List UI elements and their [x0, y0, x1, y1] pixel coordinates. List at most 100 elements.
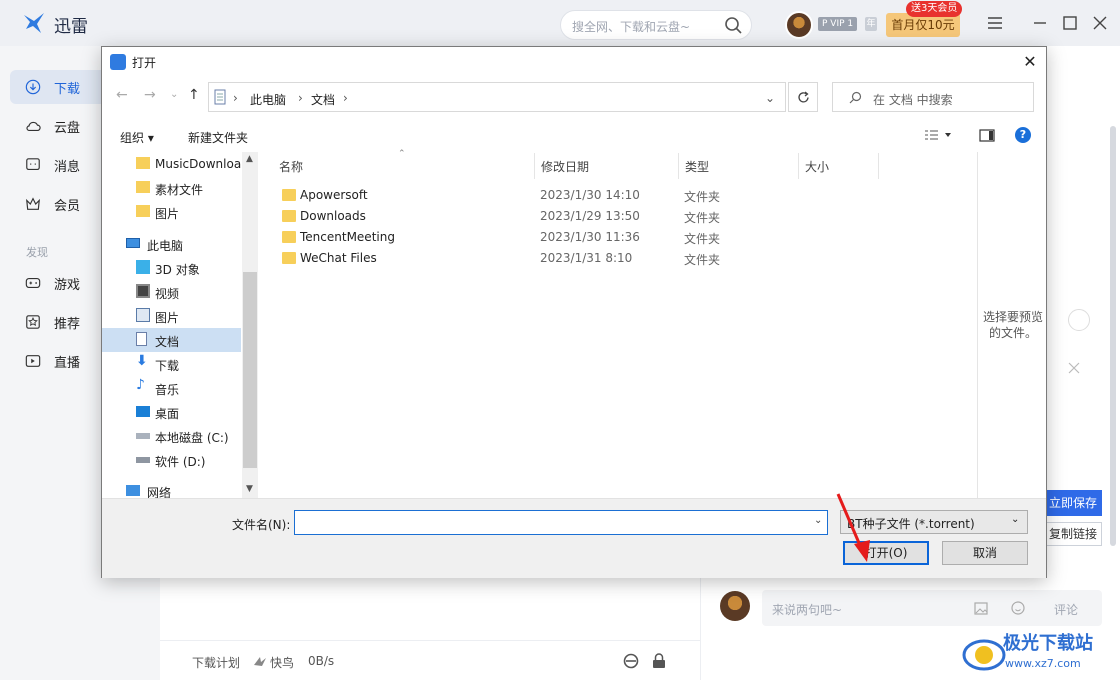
file-type: 文件夹 — [684, 190, 721, 204]
nav-item[interactable]: 3D 对象 — [102, 256, 242, 280]
back-arrow-icon[interactable]: ← — [116, 87, 128, 103]
nav-item[interactable]: 本地磁盘 (C:) — [102, 424, 242, 448]
scroll-up-icon[interactable]: ▲ — [246, 154, 253, 164]
filename-input[interactable] — [294, 510, 828, 535]
up-arrow-icon[interactable]: ↑ — [188, 87, 200, 103]
download-icon — [25, 79, 41, 95]
search-placeholder: 搜全网、下载和云盘~ — [572, 20, 691, 34]
file-type: 文件夹 — [684, 211, 721, 225]
network-icon — [126, 485, 140, 496]
navigation-scrollbar-thumb[interactable] — [243, 272, 257, 468]
chevron-right-icon: › — [298, 91, 303, 105]
file-name: Downloads — [300, 209, 366, 223]
comment-input[interactable]: 来说两句吧~ — [762, 590, 1102, 626]
nav-item[interactable]: 视频 — [102, 280, 242, 304]
sidebar-item-messages[interactable]: 消息 — [10, 148, 110, 182]
file-row[interactable]: Downloads 2023/1/29 13:50 文件夹 — [272, 206, 832, 227]
sidebar-item-label: 游戏 — [54, 278, 81, 293]
refresh-button[interactable] — [788, 82, 818, 112]
image-icon[interactable] — [974, 602, 988, 615]
vip-badge: P VIP 1 — [818, 17, 858, 31]
dialog-close-button[interactable]: ✕ — [1020, 52, 1040, 72]
address-bar[interactable]: › 此电脑 › 文档 › ⌄ — [208, 82, 786, 112]
close-icon[interactable] — [1068, 362, 1080, 374]
copy-link-button[interactable]: 复制链接 — [1044, 522, 1102, 546]
browser-icon[interactable] — [623, 653, 639, 669]
sidebar-item-label: 直播 — [54, 356, 81, 371]
discover-section-label: 发现 — [26, 246, 48, 259]
chevron-down-icon[interactable]: ⌄ — [814, 515, 822, 526]
user-avatar[interactable] — [785, 11, 813, 39]
column-header-size[interactable]: 大小 — [799, 153, 879, 179]
cancel-button[interactable]: 取消 — [942, 541, 1028, 565]
search-icon[interactable] — [724, 16, 742, 34]
nav-item[interactable]: 图片 — [102, 304, 242, 328]
sidebar-item-recommend[interactable]: 推荐 — [10, 305, 110, 339]
nav-item[interactable]: 图片 — [102, 200, 242, 224]
sidebar-item-cloud[interactable]: 云盘 — [10, 109, 110, 143]
folder-icon — [282, 189, 296, 201]
maximize-icon[interactable] — [1062, 15, 1078, 31]
minimize-icon[interactable] — [1032, 15, 1048, 31]
forward-arrow-icon[interactable]: → — [144, 87, 156, 103]
nav-item[interactable]: 桌面 — [102, 400, 242, 424]
sidebar-item-label: 云盘 — [54, 121, 81, 136]
nav-item-label: 桌面 — [155, 407, 180, 421]
help-icon[interactable]: ? — [1015, 127, 1031, 143]
new-folder-button[interactable]: 新建文件夹 — [188, 129, 248, 146]
emoji-icon[interactable] — [1011, 601, 1025, 615]
nav-item[interactable]: 软件 (D:) — [102, 448, 242, 472]
document-icon — [136, 332, 147, 346]
chevron-down-icon[interactable]: ⌄ — [765, 91, 775, 105]
cube-icon — [136, 260, 150, 274]
nav-item[interactable]: MusicDownloa — [102, 152, 242, 176]
star-icon — [26, 315, 40, 329]
save-now-button[interactable]: 立即保存 — [1044, 490, 1102, 516]
column-header-type[interactable]: 类型 — [679, 153, 799, 179]
view-options-icon[interactable] — [924, 129, 954, 141]
close-app-icon[interactable] — [1092, 15, 1108, 31]
breadcrumb-this-pc[interactable]: 此电脑 — [250, 91, 286, 108]
nav-item-this-pc[interactable]: 此电脑 — [102, 232, 242, 256]
nav-item[interactable]: ♪ 音乐 — [102, 376, 242, 400]
recent-dropdown-icon[interactable]: ⌄ — [170, 89, 178, 100]
comment-submit-button[interactable]: 评论 — [1054, 601, 1078, 618]
nav-item-network[interactable]: 网络 — [102, 480, 242, 498]
bird-icon — [254, 657, 266, 666]
speed-mode-label[interactable]: 快鸟 — [270, 654, 294, 671]
nav-item-label: 文档 — [155, 335, 180, 349]
breadcrumb-documents[interactable]: 文档 — [311, 91, 335, 108]
sidebar-item-download[interactable]: 下载 — [10, 70, 110, 104]
scroll-down-icon[interactable]: ▼ — [246, 484, 253, 494]
nav-item[interactable]: ⬇ 下载 — [102, 352, 242, 376]
file-date: 2023/1/31 8:10 — [540, 251, 633, 265]
file-row[interactable]: TencentMeeting 2023/1/30 11:36 文件夹 — [272, 227, 832, 248]
nav-item-documents[interactable]: 文档 — [102, 328, 241, 352]
download-arrow-icon: ⬇ — [136, 353, 148, 369]
download-plan-button[interactable]: 下载计划 — [192, 654, 240, 671]
sidebar-item-vip[interactable]: 会员 — [10, 187, 110, 221]
column-header-name[interactable]: 名称 — [273, 153, 535, 179]
loading-icon — [1068, 309, 1090, 331]
column-header-date[interactable]: 修改日期 — [535, 153, 679, 179]
preview-pane-icon[interactable] — [979, 129, 995, 142]
lock-icon[interactable] — [652, 653, 666, 669]
refresh-icon — [798, 91, 809, 103]
nav-item-label: 视频 — [155, 287, 180, 301]
folder-icon — [282, 252, 296, 264]
sidebar-item-games[interactable]: 游戏 — [10, 266, 110, 300]
sidebar-item-live[interactable]: 直播 — [10, 344, 110, 378]
preview-hint: 选择要预览的文件。 — [982, 310, 1043, 340]
nav-item-label: 图片 — [155, 207, 180, 221]
chevron-right-icon: › — [343, 91, 348, 105]
right-panel-scrollbar[interactable] — [1110, 126, 1116, 546]
nav-item[interactable]: 素材文件 — [102, 176, 242, 200]
menu-icon[interactable] — [987, 15, 1003, 31]
folder-search-placeholder: 在 文档 中搜索 — [873, 93, 953, 107]
folder-search-input[interactable]: 在 文档 中搜索 — [832, 82, 1034, 112]
comment-placeholder: 来说两句吧~ — [772, 603, 843, 617]
organize-button[interactable]: 组织 ▾ — [120, 129, 154, 146]
file-row[interactable]: Apowersoft 2023/1/30 14:10 文件夹 — [272, 185, 832, 206]
file-row[interactable]: WeChat Files 2023/1/31 8:10 文件夹 — [272, 248, 832, 269]
document-icon — [214, 89, 226, 105]
